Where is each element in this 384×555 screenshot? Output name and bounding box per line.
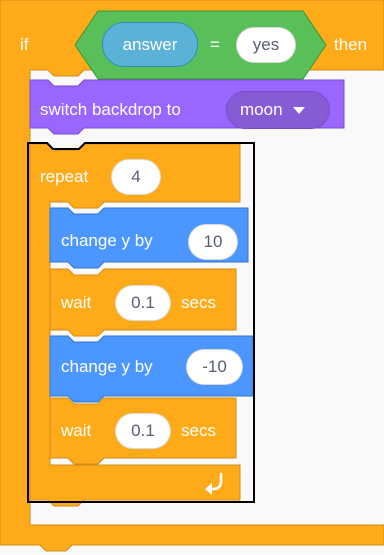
if-label: if <box>20 35 29 54</box>
change-y-input-1[interactable]: 10 <box>188 224 238 260</box>
wait-label-2: wait <box>61 421 92 440</box>
wait-suffix-2: secs <box>181 421 216 440</box>
wait-input-2[interactable]: 0.1 <box>115 413 171 449</box>
wait-input-1[interactable]: 0.1 <box>115 285 171 321</box>
answer-reporter[interactable]: answer <box>102 22 198 67</box>
change-y-label-2: change y by <box>61 357 153 376</box>
switch-backdrop-label: switch backdrop to <box>40 100 181 119</box>
backdrop-dropdown[interactable]: moon <box>226 91 330 129</box>
chevron-down-icon <box>292 106 305 114</box>
wait-suffix-1: secs <box>181 293 216 312</box>
answer-value-input[interactable]: yes <box>236 27 296 63</box>
equals-operator-label: = <box>210 35 220 54</box>
repeat-count-input[interactable]: 4 <box>111 159 161 195</box>
then-label: then <box>334 35 368 54</box>
backdrop-dropdown-value: moon <box>240 100 283 119</box>
wait-label-1: wait <box>61 293 92 312</box>
repeat-label: repeat <box>40 167 89 186</box>
change-y-label-1: change y by <box>61 231 153 250</box>
change-y-input-2[interactable]: -10 <box>186 349 243 385</box>
